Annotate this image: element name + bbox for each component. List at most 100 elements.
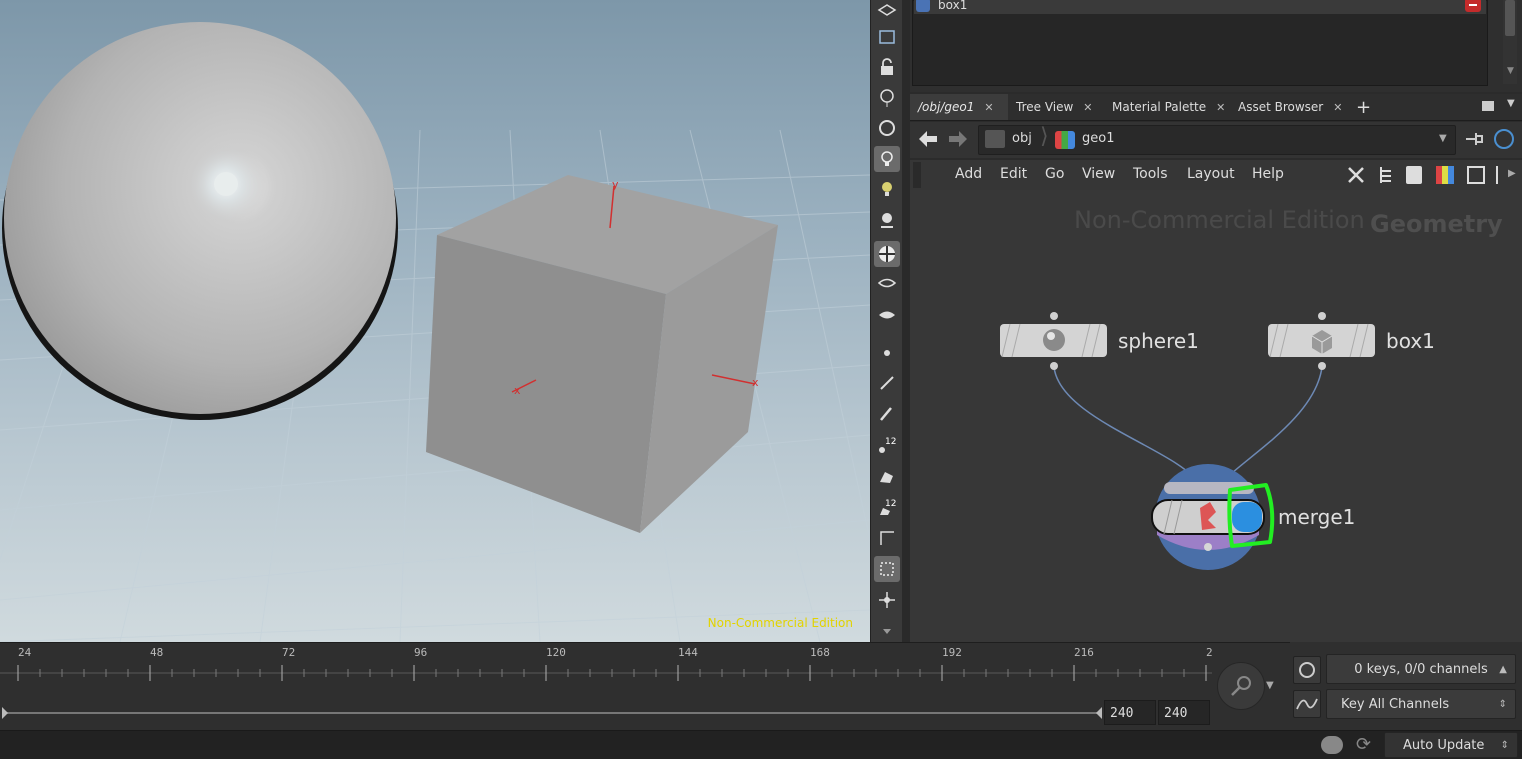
headlight-icon[interactable] [874,146,900,172]
tab-asset-browser[interactable]: Asset Browser ✕ [1238,94,1346,120]
link-target-icon[interactable] [1494,129,1514,149]
timeline-tick: 192 [942,646,962,659]
viewport-canvas: y x x [0,22,870,642]
menu-help[interactable]: Help [1252,166,1284,182]
dropdown-arrow-icon: ⇕ [1498,699,1507,710]
parameter-row[interactable] [914,0,1486,14]
scroll-down-icon[interactable]: ▼ [1507,66,1514,76]
menu-handle[interactable] [913,162,921,188]
timeline-tick: 48 [150,646,164,659]
shading-mode-icon[interactable] [874,241,900,267]
pane-tab-bar: /obj/geo1 ✕ Tree View ✕ Material Palette ✕ … [910,94,1522,121]
timeline-tick: 168 [810,646,830,659]
key-options-arrow-icon[interactable]: ▼ [1266,680,1274,691]
axis-label-x2: x [752,376,759,389]
primitive-numbers-icon[interactable]: 12 [874,494,900,520]
sticky-note-icon[interactable] [1406,166,1422,184]
close-tab-icon[interactable]: ✕ [984,101,993,114]
tab-label: Asset Browser [1238,100,1324,114]
shape-palette-icon[interactable] [1496,166,1506,184]
timeline-tick: 144 [678,646,698,659]
point-numbers-icon[interactable]: 12 [874,432,900,458]
merge1-label[interactable]: merge1 [1278,505,1355,529]
menu-go[interactable]: Go [1045,166,1064,182]
axis-label-y: y [612,178,619,191]
tab-label: Tree View [1016,100,1074,114]
camera-eye-icon[interactable] [874,302,900,328]
point-dot-icon[interactable] [874,340,900,366]
grid-view-icon[interactable] [1467,166,1485,184]
maximize-pane-icon[interactable] [1482,101,1494,111]
menu-edit[interactable]: Edit [1000,166,1027,182]
box-object [426,175,778,533]
scene-viewport[interactable]: y x x Non-Commercial Edition [0,0,870,642]
update-mode-label: Auto Update [1403,738,1485,753]
sphere1-label[interactable]: sphere1 [1118,329,1199,353]
dropdown-arrow-icon: ⇕ [1500,740,1509,751]
menu-view[interactable]: View [1082,166,1115,182]
ghost-icon[interactable] [874,85,900,111]
tab-material-palette[interactable]: Material Palette ✕ [1112,94,1232,120]
scrollbar-thumb[interactable] [1505,0,1515,36]
primitive-icon[interactable] [874,463,900,489]
tab-network-view[interactable]: /obj/geo1 ✕ [910,94,1008,120]
key-mode-dropdown[interactable]: Key All Channels ⇕ [1326,689,1516,719]
forward-arrow-icon[interactable] [947,128,969,154]
global-end-frame-field[interactable]: 240 [1158,700,1210,725]
wire-box-merge [1219,366,1323,486]
animation-curve-icon[interactable] [1293,690,1321,718]
svg-text:12: 12 [885,499,896,509]
light-link-icon[interactable] [874,207,900,233]
path-dropdown-icon[interactable]: ▼ [1439,133,1447,144]
wireframe-icon[interactable] [874,115,900,141]
brain-icon[interactable] [1321,736,1343,754]
menu-layout[interactable]: Layout [1187,166,1235,182]
geo-context-icon [1055,131,1075,149]
network-path-field[interactable] [978,125,1456,155]
scroll-down-arrow-icon[interactable] [874,618,900,644]
tree-layout-icon[interactable] [1378,166,1394,188]
pane-divider[interactable] [902,0,910,642]
add-tab-icon[interactable]: + [1356,94,1371,120]
display-options-icon[interactable] [874,0,900,23]
parameter-row-label: box1 [938,0,968,12]
timeline[interactable] [0,642,1290,731]
color-palette-icon[interactable] [1436,166,1454,184]
sphere-node-icon [1043,329,1065,351]
tools-wrench-icon[interactable] [1346,165,1366,189]
menu-overflow-arrow-icon[interactable]: ▶ [1508,168,1516,179]
pivot-icon[interactable] [874,587,900,613]
box1-label[interactable]: box1 [1386,329,1435,353]
breadcrumb-geo1[interactable]: geo1 [1082,131,1114,146]
pin-icon[interactable] [1464,130,1486,152]
network-editor[interactable]: Non-Commercial Edition Geometry sphere1 … [910,190,1522,642]
remove-icon[interactable] [1465,0,1481,12]
pen-icon[interactable] [874,400,900,426]
menu-add[interactable]: Add [955,166,982,182]
node-graph-canvas [1000,312,1375,570]
bounding-box-icon[interactable] [874,556,900,582]
obj-context-icon [985,130,1005,148]
light-bulb-icon[interactable] [874,176,900,202]
lock-icon[interactable] [874,54,900,80]
tab-label: /obj/geo1 [918,100,975,114]
end-frame-field[interactable]: 240 [1104,700,1156,725]
breadcrumb-obj[interactable]: obj [1012,131,1032,146]
close-tab-icon[interactable]: ✕ [1083,101,1092,114]
pane-menu-arrow-icon[interactable]: ▼ [1507,98,1515,109]
close-tab-icon[interactable]: ✕ [1216,101,1225,114]
snapshot-icon[interactable] [874,24,900,50]
edge-select-icon[interactable] [874,370,900,396]
display-flag [1232,502,1262,532]
normals-icon[interactable] [874,525,900,551]
set-key-button[interactable] [1217,662,1265,710]
menu-tools[interactable]: Tools [1133,166,1168,182]
channel-refresh-icon[interactable] [1293,656,1321,684]
update-mode-dropdown[interactable]: Auto Update ⇕ [1384,732,1518,758]
refresh-icon[interactable]: ⟳ [1356,734,1371,755]
visibility-eye-icon[interactable] [874,270,900,296]
close-tab-icon[interactable]: ✕ [1333,101,1342,114]
channels-dropdown[interactable]: 0 keys, 0/0 channels ▲ [1326,654,1516,684]
tab-tree-view[interactable]: Tree View ✕ [1016,94,1106,120]
back-arrow-icon[interactable] [917,128,939,154]
